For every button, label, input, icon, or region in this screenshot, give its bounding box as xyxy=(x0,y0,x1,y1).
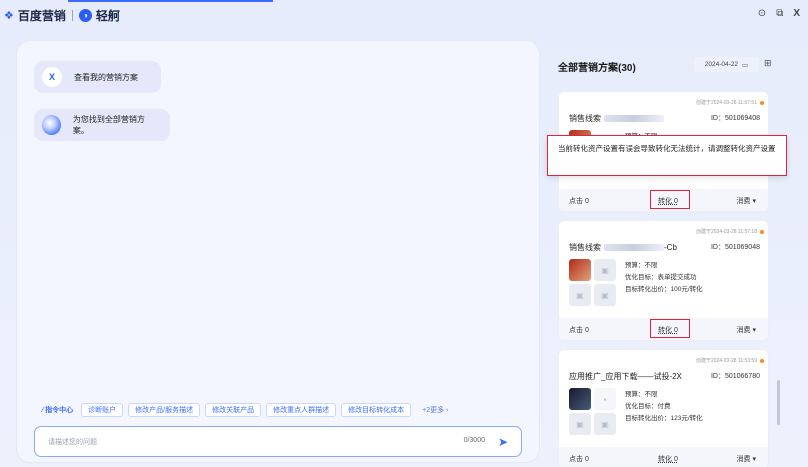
user-avatar-icon: X xyxy=(42,67,62,87)
creative-image: ▪ xyxy=(569,259,591,281)
settings-icon[interactable]: ⧉ xyxy=(776,8,783,19)
status-dot xyxy=(760,229,764,234)
more-chips-button[interactable]: +2更多 › xyxy=(416,403,454,417)
logo[interactable]: ❖ 百度营销 ◑ 轻舸 xyxy=(4,7,120,24)
top-actions: ⊙ ⧉ X xyxy=(758,8,800,19)
plan-id: ID：501069048 xyxy=(710,244,760,251)
date-value: 2024-04-22 xyxy=(704,61,739,68)
masked-name xyxy=(604,244,664,252)
scrollbar[interactable] xyxy=(777,380,780,425)
product-logo-icon: ◑ xyxy=(78,9,92,22)
baidu-paw-icon: ❖ xyxy=(4,10,14,22)
creative-image: ▪ xyxy=(594,388,616,410)
top-bar: ❖ 百度营销 ◑ 轻舸 ⊙ ⧉ X xyxy=(0,0,808,32)
plan-info: 预算：不限 优化目标：付费 目标转化出价：123元/转化 xyxy=(625,389,703,425)
command-center-chip[interactable]: ⁄ 指令中心 xyxy=(39,403,76,417)
spend-dropdown[interactable]: 消费 ▾ xyxy=(737,325,756,335)
clicks-metric: 点击 0 xyxy=(569,456,589,463)
plans-title: 全部营销方案(30) xyxy=(558,63,636,74)
spend-dropdown[interactable]: 消费 ▾ xyxy=(737,196,756,206)
char-counter: 0/3000 xyxy=(463,437,485,444)
tooltip-text: 当前转化资产设置有误会导致转化无法统计，请调整转化资产设置 xyxy=(558,144,776,153)
card-metrics: 点击 0 转化 0 消费 ▾ xyxy=(559,318,768,340)
assistant-message: 为您找到全部营销方案。 xyxy=(34,109,170,141)
plan-card[interactable]: 创建于2024-03-28 11:53:59 应用推广_应用下载——试投-2X … xyxy=(558,349,769,467)
plans-panel: 全部营销方案(30) 2024-04-22 ▭ ⊞ 创建于2024-03-28 … xyxy=(549,40,790,467)
message-text: 为您找到全部营销方案。 xyxy=(72,115,145,135)
plan-info: 预算：不限 优化目标：表单提交成功 目标转化出价：100元/转化 xyxy=(625,260,703,296)
message-text: 查看我的营销方案 xyxy=(74,72,138,82)
plan-id: ID：501066780 xyxy=(710,373,760,380)
plan-name: 销售线索 xyxy=(569,113,664,124)
chip-edit-audience[interactable]: 修改重点人群描述 xyxy=(266,403,337,417)
status-dot xyxy=(760,100,764,105)
clicks-metric: 点击 0 xyxy=(569,327,589,334)
bid-text: 目标转化出价：123元/转化 xyxy=(625,415,703,422)
logo-divider xyxy=(71,10,73,21)
image-placeholder-icon: ▣ xyxy=(569,284,591,306)
chip-edit-linked-product[interactable]: 修改关联产品 xyxy=(205,403,262,417)
plan-name: 销售线索 -Cb xyxy=(569,243,677,252)
image-placeholder-icon: ▣ xyxy=(594,284,616,306)
plan-name: 应用推广_应用下载——试投-2X xyxy=(569,372,682,381)
goal-text: 优化目标：表单提交成功 xyxy=(625,274,697,281)
chat-input-box: 0/3000 ➤ xyxy=(34,426,522,457)
bid-text: 目标转化出价：100元/转化 xyxy=(625,286,703,293)
plan-card[interactable]: 创建于2024-03-28 11:57:18 销售线索 -Cb ID：501069… xyxy=(558,220,769,341)
clicks-metric: 点击 0 xyxy=(569,198,589,205)
user-message: X 查看我的营销方案 xyxy=(34,61,161,93)
conversions-metric[interactable]: 转化 0 xyxy=(658,454,678,464)
created-time: 创建于2024-03-28 11:57:51 xyxy=(696,99,764,106)
masked-name xyxy=(604,115,664,123)
chat-panel: X 查看我的营销方案 为您找到全部营销方案。 ⁄ 指令中心 诊断账户 修改产品/服… xyxy=(16,40,540,463)
creative-image: ▪ xyxy=(569,388,591,410)
image-placeholder-icon: ▣ xyxy=(594,259,616,281)
goal-text: 优化目标：付费 xyxy=(625,403,671,410)
plan-id: ID：501069408 xyxy=(710,115,760,122)
product-name: 轻舸 xyxy=(95,9,120,23)
budget-text: 预算：不限 xyxy=(625,262,658,269)
conversion-warning-tooltip: 当前转化资产设置有误会导致转化无法统计，请调整转化资产设置 xyxy=(547,135,787,176)
chip-edit-target-cost[interactable]: 修改目标转化成本 xyxy=(341,403,412,417)
status-dot xyxy=(760,358,764,363)
chat-input[interactable] xyxy=(48,435,428,449)
quick-command-chips: ⁄ 指令中心 诊断账户 修改产品/服务描述 修改关联产品 修改重点人群描述 修改目… xyxy=(39,403,454,417)
help-icon[interactable]: ⊙ xyxy=(758,8,766,19)
date-picker[interactable]: 2024-04-22 ▭ xyxy=(694,57,759,72)
creative-thumbnails: ▪ ▣ ▣ ▣ xyxy=(569,259,617,307)
card-metrics: 点击 0 转化 0 消费 ▾ xyxy=(559,447,768,467)
calendar-icon: ▭ xyxy=(742,61,749,69)
created-time: 创建于2024-03-28 11:53:59 xyxy=(696,357,764,364)
send-icon[interactable]: ➤ xyxy=(498,435,508,449)
conversions-metric[interactable]: 转化 0 xyxy=(658,325,678,335)
user-avatar[interactable]: X xyxy=(793,8,800,19)
creative-thumbnails: ▪ ▪ ▣ ▣ xyxy=(569,388,617,436)
conversions-metric[interactable]: 转化 0 xyxy=(658,196,678,206)
chip-diagnose-account[interactable]: 诊断账户 xyxy=(81,403,124,417)
chip-edit-product-description[interactable]: 修改产品/服务描述 xyxy=(128,403,201,417)
card-metrics: 点击 0 转化 0 消费 ▾ xyxy=(559,189,768,211)
grid-view-icon[interactable]: ⊞ xyxy=(764,58,772,69)
budget-text: 预算：不限 xyxy=(625,391,658,398)
spend-dropdown[interactable]: 消费 ▾ xyxy=(737,454,756,464)
top-accent-line xyxy=(68,0,273,2)
assistant-orb-icon xyxy=(42,115,61,135)
created-time: 创建于2024-03-28 11:57:18 xyxy=(696,228,764,235)
brand-name: 百度营销 xyxy=(17,9,66,23)
image-placeholder-icon: ▣ xyxy=(569,413,591,435)
image-placeholder-icon: ▣ xyxy=(594,413,616,435)
